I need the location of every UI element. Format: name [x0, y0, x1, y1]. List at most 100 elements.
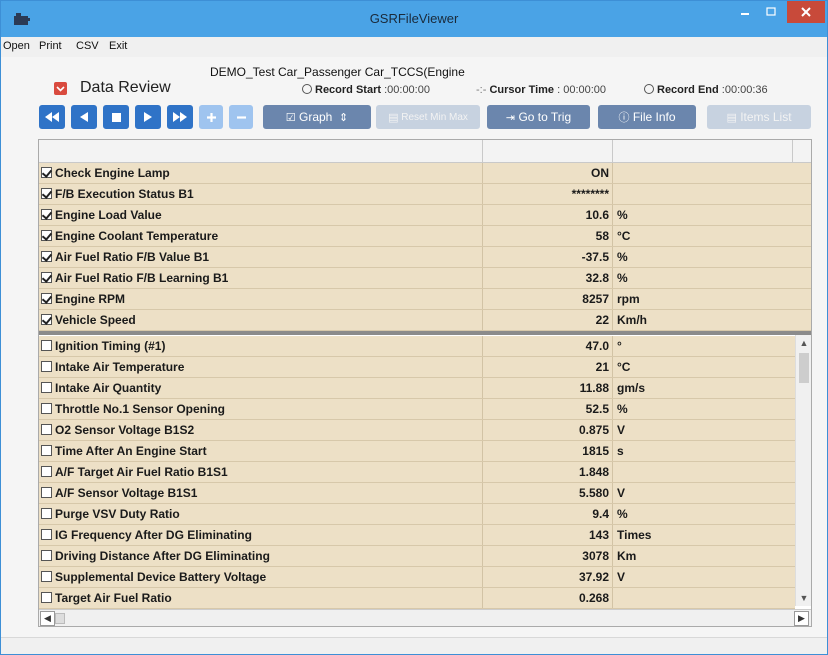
parameter-unit: [617, 184, 777, 205]
close-button[interactable]: [787, 1, 825, 23]
row-checkbox[interactable]: [41, 209, 52, 220]
items-list-button[interactable]: ▤ Items List: [707, 105, 811, 129]
row-checkbox[interactable]: [41, 230, 52, 241]
vertical-scroll-thumb[interactable]: [799, 353, 809, 383]
scroll-left-icon[interactable]: ◀: [40, 611, 55, 626]
pinned-divider[interactable]: [39, 331, 811, 335]
menu-print[interactable]: Print: [39, 40, 62, 52]
table-row[interactable]: A/F Sensor Voltage B1S1 5.580 V: [39, 483, 795, 504]
table-row[interactable]: Engine RPM 8257 rpm: [39, 289, 811, 310]
table-row[interactable]: Air Fuel Ratio F/B Learning B1 32.8%: [39, 268, 811, 289]
reset-min-max-button[interactable]: ▤ Reset Min Max: [376, 105, 480, 129]
header-name[interactable]: [39, 140, 483, 163]
row-checkbox[interactable]: [41, 361, 52, 372]
parameter-unit: Times: [617, 528, 652, 542]
table-row[interactable]: Engine Load Value 10.6%: [39, 205, 811, 226]
row-checkbox[interactable]: [41, 403, 52, 414]
row-checkbox[interactable]: [41, 466, 52, 477]
row-checkbox[interactable]: [41, 251, 52, 262]
table-row[interactable]: Purge VSV Duty Ratio 9.4%: [39, 504, 795, 525]
parameter-value: 37.92: [578, 570, 609, 584]
row-checkbox[interactable]: [41, 550, 52, 561]
scroll-right-icon[interactable]: ▶: [794, 611, 809, 626]
parameter-unit: [617, 462, 777, 483]
row-checkbox[interactable]: [41, 340, 52, 351]
table-row[interactable]: A/F Target Air Fuel Ratio B1S1 1.848: [39, 462, 795, 483]
scroll-up-icon[interactable]: ▲: [796, 335, 812, 351]
parameter-value: 22: [595, 313, 609, 327]
parameter-value: 1.848: [578, 465, 609, 479]
minus-icon: [236, 115, 246, 119]
title-bar[interactable]: GSRFileViewer: [1, 1, 827, 37]
row-checkbox[interactable]: [41, 529, 52, 540]
table-row[interactable]: Vehicle Speed 22 Km/h: [39, 310, 811, 331]
close-icon: [801, 7, 811, 17]
table-row[interactable]: F/B Execution Status B1 ********: [39, 184, 811, 205]
minimize-button[interactable]: [733, 1, 757, 23]
row-checkbox[interactable]: [41, 487, 52, 498]
collapse-icon[interactable]: [54, 82, 67, 95]
goto-label: Go to Trig: [518, 110, 572, 124]
column-divider: [612, 336, 613, 356]
table-row[interactable]: Ignition Timing (#1) 47.0 °: [39, 336, 795, 357]
play-button[interactable]: [135, 105, 161, 129]
cursor-time-value: : 00:00:00: [557, 84, 607, 96]
row-checkbox[interactable]: [41, 571, 52, 582]
step-back-button[interactable]: [71, 105, 97, 129]
table-row[interactable]: Engine Coolant Temperature 58 °C: [39, 226, 811, 247]
table-row[interactable]: Check Engine Lamp ON: [39, 163, 811, 184]
parameter-label: Engine Coolant Temperature: [55, 229, 219, 243]
row-checkbox[interactable]: [41, 314, 52, 325]
fast-forward-button[interactable]: [167, 105, 193, 129]
table-row[interactable]: Throttle No.1 Sensor Opening 52.5%: [39, 399, 795, 420]
table-row[interactable]: Air Fuel Ratio F/B Value B1 -37.5%: [39, 247, 811, 268]
row-checkbox[interactable]: [41, 272, 52, 283]
row-checkbox[interactable]: [41, 293, 52, 304]
table-row[interactable]: Supplemental Device Battery Voltage 37.92…: [39, 567, 795, 588]
menu-open[interactable]: Open: [3, 40, 30, 52]
parameter-label: Vehicle Speed: [55, 313, 136, 327]
menu-csv[interactable]: CSV: [76, 40, 99, 52]
header-value[interactable]: [483, 140, 613, 163]
table-row[interactable]: Intake Air Quantity 11.88 gm/s: [39, 378, 795, 399]
stop-button[interactable]: [103, 105, 129, 129]
parameter-unit: Km/h: [617, 313, 647, 327]
horizontal-scrollbar[interactable]: ◀ ▶: [39, 609, 811, 626]
clock-icon: [644, 84, 654, 94]
row-checkbox[interactable]: [41, 188, 52, 199]
row-checkbox[interactable]: [41, 424, 52, 435]
table-row[interactable]: Time After An Engine Start 1815 s: [39, 441, 795, 462]
row-checkbox[interactable]: [41, 508, 52, 519]
zoom-out-button[interactable]: [229, 105, 253, 129]
parameter-unit: gm/s: [617, 381, 646, 395]
row-checkbox[interactable]: [41, 382, 52, 393]
vertical-scrollbar[interactable]: ▲ ▼: [795, 335, 811, 606]
menu-exit[interactable]: Exit: [109, 40, 127, 52]
parameter-label: Target Air Fuel Ratio: [55, 591, 172, 605]
row-checkbox[interactable]: [41, 445, 52, 456]
column-divider: [612, 357, 613, 377]
record-end-value: :00:00:36: [721, 84, 768, 96]
record-start-value: :00:00:00: [384, 84, 430, 96]
zoom-in-button[interactable]: [199, 105, 223, 129]
maximize-button[interactable]: [759, 1, 783, 23]
table-row[interactable]: Target Air Fuel Ratio 0.268: [39, 588, 795, 609]
row-checkbox[interactable]: [41, 592, 52, 603]
header-unit[interactable]: [613, 140, 793, 163]
parameter-value: 1815: [582, 444, 609, 458]
table-row[interactable]: Driving Distance After DG Eliminating 307…: [39, 546, 795, 567]
parameter-label: Supplemental Device Battery Voltage: [55, 570, 267, 584]
parameter-label: Ignition Timing (#1): [55, 339, 166, 353]
table-row[interactable]: Intake Air Temperature 21 °C: [39, 357, 795, 378]
scroll-down-icon[interactable]: ▼: [796, 590, 812, 606]
row-checkbox[interactable]: [41, 167, 52, 178]
horizontal-scroll-thumb[interactable]: [55, 613, 65, 624]
go-to-trig-button[interactable]: ⇥ Go to Trig: [487, 105, 590, 129]
table-row[interactable]: O2 Sensor Voltage B1S2 0.875 V: [39, 420, 795, 441]
file-info-button[interactable]: ⓘ File Info: [598, 105, 696, 129]
rewind-button[interactable]: [39, 105, 65, 129]
graph-button[interactable]: ☑ Graph ⇕: [263, 105, 371, 129]
table-row[interactable]: IG Frequency After DG Eliminating 143 Time…: [39, 525, 795, 546]
parameter-label: A/F Target Air Fuel Ratio B1S1: [55, 465, 228, 479]
parameter-unit: V: [617, 570, 626, 584]
